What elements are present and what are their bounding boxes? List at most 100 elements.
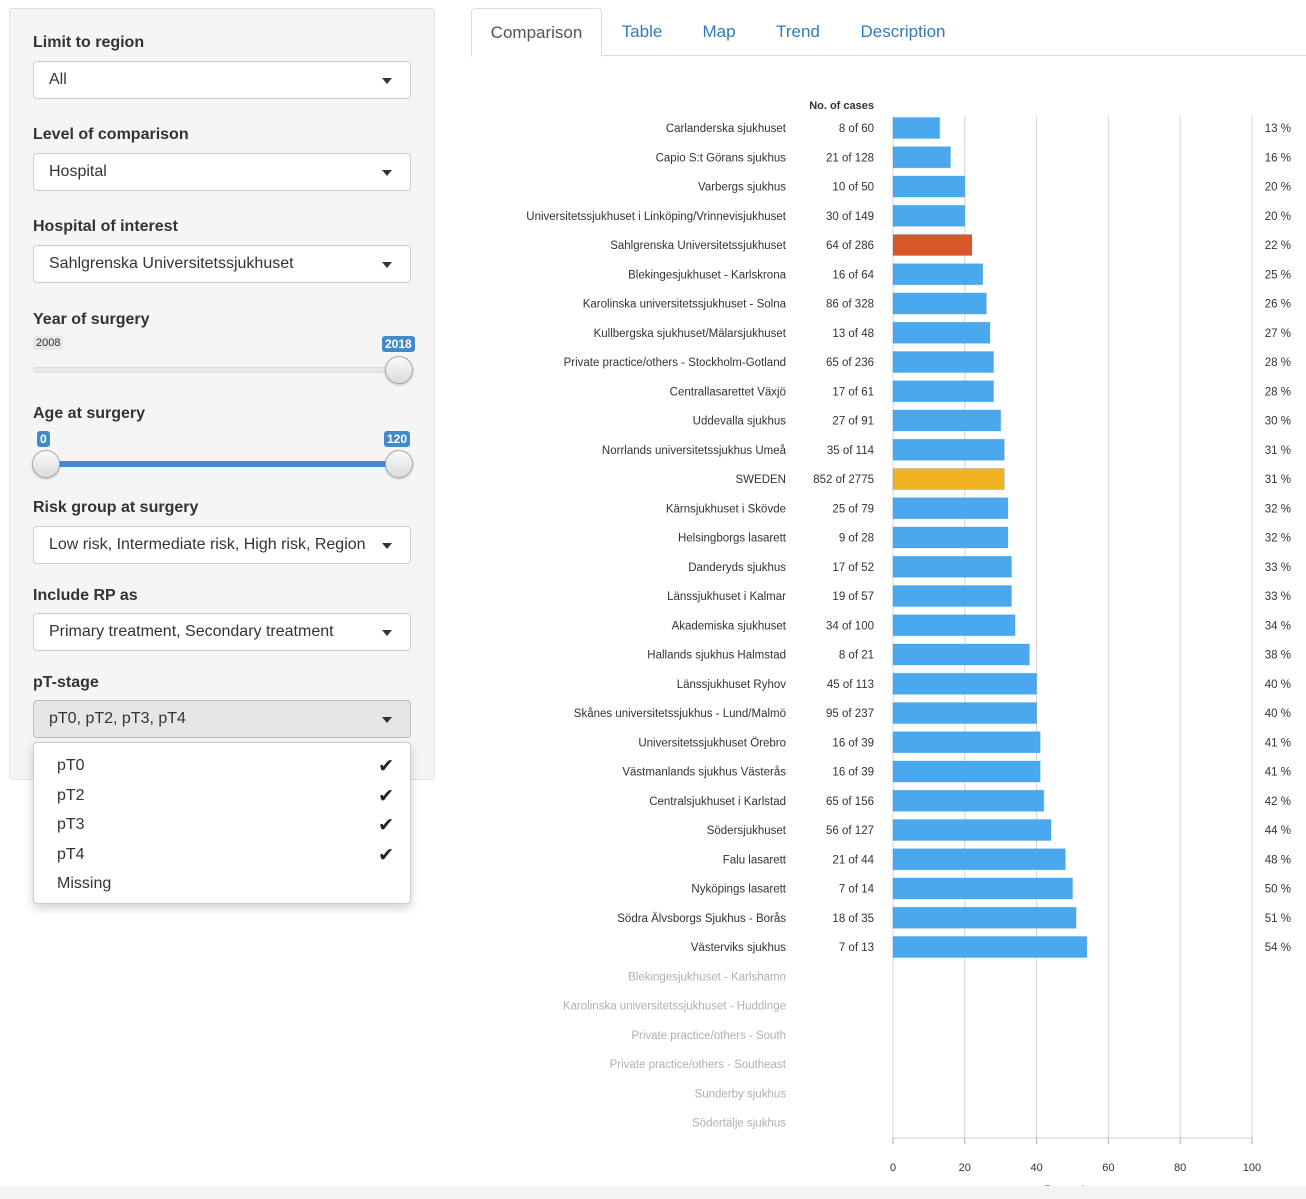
cases-label: 16 of 39: [832, 767, 874, 779]
risk-select[interactable]: Low risk, Intermediate risk, High risk, …: [33, 526, 411, 564]
dropdown-item-pt3[interactable]: pT3 ✔: [34, 810, 410, 840]
percent-label: 33 %: [1265, 591, 1291, 603]
age-slider-high-handle[interactable]: [385, 450, 413, 478]
check-icon: ✔: [378, 755, 394, 777]
hospital-label: Carlanderska sjukhuset: [666, 123, 787, 135]
check-icon: ✔: [378, 814, 394, 836]
hospital-label: Private practice/others - Stockholm-Gotl…: [564, 357, 786, 369]
percent-label: 28 %: [1265, 386, 1291, 398]
cases-label: 8 of 21: [839, 650, 874, 662]
tab-table[interactable]: Table: [609, 8, 675, 56]
percent-label: 32 %: [1265, 533, 1291, 545]
year-label: Year of surgery: [33, 311, 150, 328]
region-select-value: All: [49, 71, 67, 88]
tab-map[interactable]: Map: [689, 8, 749, 56]
hospital-label: Skånes universitetssjukhus - Lund/Malmö: [574, 708, 786, 720]
caret-down-icon: [382, 717, 392, 723]
cases-label: 8 of 60: [839, 123, 874, 135]
bar: [892, 585, 1012, 607]
hospital-label: Helsingborgs lasarett: [678, 533, 787, 545]
bar: [892, 614, 1016, 637]
dropdown-item-pt0[interactable]: pT0 ✔: [34, 751, 410, 781]
tab-trend[interactable]: Trend: [765, 8, 831, 56]
cases-label: 65 of 236: [826, 357, 874, 369]
percent-label: 20 %: [1265, 211, 1291, 223]
level-select[interactable]: Hospital: [33, 153, 411, 191]
cases-label: 25 of 79: [832, 503, 874, 515]
percent-label: 25 %: [1265, 269, 1291, 281]
hospital-label: Länssjukhuset Ryhov: [677, 679, 787, 691]
cases-label: 7 of 13: [839, 942, 874, 954]
cases-label: 65 of 156: [826, 796, 874, 808]
check-icon: ✔: [378, 844, 394, 866]
percent-label: 34 %: [1265, 620, 1291, 632]
bar: [892, 175, 966, 198]
percent-label: 42 %: [1265, 796, 1291, 808]
cases-label: 95 of 237: [826, 708, 874, 720]
hospital-label: Hallands sjukhus Halmstad: [647, 650, 786, 662]
cases-label: 16 of 39: [832, 737, 874, 749]
pt-select[interactable]: pT0, pT2, pT3, pT4: [33, 700, 411, 738]
percent-label: 41 %: [1265, 737, 1291, 749]
age-slider-low-handle[interactable]: [32, 450, 60, 478]
bar: [892, 380, 995, 403]
cases-label: 852 of 2775: [813, 474, 874, 486]
cases-label: 19 of 57: [832, 591, 874, 603]
tab-label: Description: [860, 22, 946, 41]
hospital-label: Private practice/others - South: [631, 1030, 786, 1042]
bar: [892, 702, 1038, 724]
region-label: Limit to region: [33, 34, 145, 51]
percent-label: 28 %: [1265, 357, 1291, 369]
cases-label: 7 of 14: [839, 884, 875, 896]
hospital-label: Länssjukhuset i Kalmar: [667, 591, 786, 603]
cases-label: 56 of 127: [826, 825, 874, 837]
hospital-label: Norrlands universitetssjukhus Umeå: [602, 445, 787, 457]
x-tick-label: 40: [1030, 1162, 1042, 1174]
rp-label: Include RP as: [33, 587, 138, 604]
caret-down-icon: [382, 262, 392, 268]
sidebar-panel: [9, 8, 435, 780]
dropdown-item-label: pT0: [57, 757, 85, 774]
cases-label: 35 of 114: [827, 445, 875, 457]
percent-label: 41 %: [1265, 767, 1291, 779]
pt-label: pT-stage: [33, 674, 99, 691]
dropdown-item-pt2[interactable]: pT2 ✔: [34, 781, 410, 811]
percent-label: 54 %: [1265, 942, 1291, 954]
hospital-label: SWEDEN: [736, 474, 786, 486]
hospital-label: Blekingesjukhuset - Karlskrona: [628, 269, 786, 281]
tab-bar: Comparison Table Map Trend Description: [471, 8, 1306, 57]
hospital-label: Centrallasarettet Växjö: [670, 386, 786, 398]
year-slider-track[interactable]: [33, 367, 413, 373]
bar: [892, 263, 984, 286]
bar: [892, 789, 1045, 812]
percent-label: 13 %: [1265, 123, 1291, 135]
caret-down-icon: [382, 78, 392, 84]
year-slider-handle[interactable]: [385, 356, 413, 384]
cases-label: 21 of 128: [826, 152, 874, 164]
percent-label: 27 %: [1265, 328, 1291, 340]
region-select[interactable]: All: [33, 61, 411, 99]
tab-comparison[interactable]: Comparison: [471, 8, 602, 57]
rp-select-value: Primary treatment, Secondary treatment: [49, 623, 334, 640]
cases-label: 18 of 35: [832, 913, 874, 925]
percent-label: 50 %: [1265, 884, 1291, 896]
caret-down-icon: [382, 543, 392, 549]
cases-label: 45 of 113: [827, 679, 874, 691]
percent-label: 38 %: [1265, 650, 1291, 662]
bar: [892, 760, 1041, 783]
bar: [892, 643, 1030, 666]
percent-label: 48 %: [1265, 854, 1291, 866]
dropdown-item-missing[interactable]: Missing: [34, 869, 410, 899]
age-slider-fill: [46, 461, 399, 467]
cases-label: 9 of 28: [839, 533, 874, 545]
hospital-label: Varbergs sjukhus: [698, 182, 786, 194]
check-icon: ✔: [378, 785, 394, 807]
rp-select[interactable]: Primary treatment, Secondary treatment: [33, 613, 411, 651]
tab-label: Map: [702, 22, 736, 41]
hospital-label: Danderyds sjukhus: [688, 562, 786, 574]
dropdown-item-pt4[interactable]: pT4 ✔: [34, 840, 410, 870]
bottom-band: [0, 1186, 1306, 1199]
hospital-select[interactable]: Sahlgrenska Universitetssjukhuset: [33, 245, 411, 283]
bar: [892, 555, 1012, 578]
tab-description[interactable]: Description: [851, 8, 955, 56]
